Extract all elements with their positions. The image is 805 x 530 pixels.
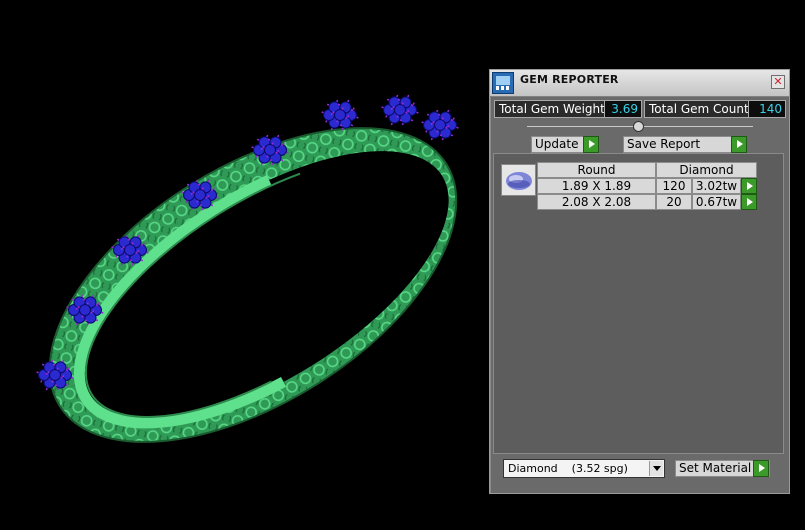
- gem-cluster: [381, 94, 419, 126]
- play-arrow-icon[interactable]: [741, 194, 757, 210]
- gem-stone: [264, 144, 276, 156]
- table-row-size: 1.89 X 1.89: [537, 178, 656, 194]
- bangle-render: [36, 94, 459, 443]
- save-report-button[interactable]: Save Report: [623, 136, 747, 153]
- save-report-label: Save Report: [627, 137, 701, 151]
- gem-shape-header: Round: [537, 162, 656, 178]
- gem-stone: [49, 369, 61, 381]
- gem-stone: [434, 119, 446, 131]
- gem-stone: [79, 304, 91, 316]
- gem-cluster: [421, 109, 459, 141]
- total-gem-count-field: Total Gem Count 140: [644, 100, 786, 118]
- gem-reporter-panel: GEM REPORTER ✕ Total Gem Weight 3.69 Tot…: [489, 69, 790, 494]
- material-select[interactable]: Diamond (3.52 spg): [503, 459, 665, 478]
- table-row-weight: 3.02tw: [692, 178, 741, 194]
- gem-reporter-icon: [492, 72, 514, 94]
- round-gem-icon[interactable]: [501, 164, 536, 196]
- gem-list[interactable]: Round Diamond 1.89 X 1.89 120 3.02tw 2.0…: [493, 153, 784, 454]
- play-arrow-icon[interactable]: [731, 136, 747, 153]
- table-row-weight: 0.67tw: [692, 194, 741, 210]
- play-arrow-icon[interactable]: [741, 178, 757, 194]
- panel-title-bar[interactable]: GEM REPORTER ✕: [490, 70, 789, 97]
- gem-stone: [124, 244, 136, 256]
- play-arrow-icon[interactable]: [583, 136, 599, 153]
- chevron-down-icon[interactable]: [649, 461, 663, 476]
- material-select-value: Diamond (3.52 spg): [508, 462, 628, 475]
- set-material-label: Set Material: [679, 461, 752, 475]
- total-gem-weight-value: 3.69: [604, 101, 641, 117]
- panel-title: GEM REPORTER: [520, 73, 619, 86]
- table-row-size: 2.08 X 2.08: [537, 194, 656, 210]
- gem-cluster: [321, 99, 359, 131]
- gem-stone: [334, 109, 346, 121]
- report-slider-thumb[interactable]: [633, 121, 644, 132]
- update-label: Update: [535, 137, 579, 151]
- gem-stone: [394, 104, 406, 116]
- total-gem-count-label: Total Gem Count: [649, 102, 749, 116]
- gem-material-header: Diamond: [656, 162, 757, 178]
- total-gem-count-value: 140: [748, 101, 785, 117]
- gem-stone: [194, 189, 206, 201]
- set-material-button[interactable]: Set Material: [675, 460, 770, 477]
- play-arrow-icon[interactable]: [753, 460, 769, 477]
- 3d-viewport[interactable]: [0, 0, 485, 530]
- table-row-count: 20: [656, 194, 692, 210]
- update-button[interactable]: Update: [531, 136, 599, 153]
- total-gem-weight-field: Total Gem Weight 3.69: [494, 100, 642, 118]
- table-row-count: 120: [656, 178, 692, 194]
- total-gem-weight-label: Total Gem Weight: [499, 102, 605, 116]
- close-icon[interactable]: ✕: [771, 75, 785, 89]
